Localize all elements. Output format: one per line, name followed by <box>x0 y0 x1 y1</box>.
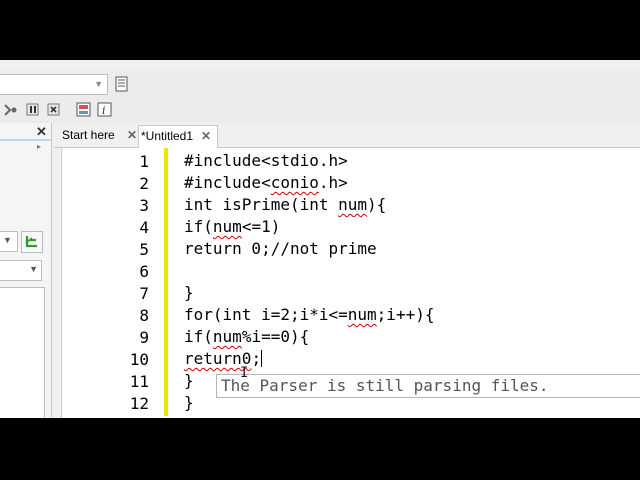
code-line: return0; <box>184 349 263 368</box>
line-number: 8 <box>139 306 149 325</box>
code-text: .h> <box>318 173 348 192</box>
code-text-flagged: num <box>338 195 368 214</box>
code-text: #include<stdio.h> <box>184 151 348 170</box>
code-text: for(int i=2;i*i<= <box>184 305 348 324</box>
tab-label: *Untitled1 <box>141 129 194 143</box>
text-cursor-icon: I <box>240 365 249 381</box>
tab-start-here[interactable]: Start here ✕ <box>62 125 137 146</box>
line-number: 9 <box>139 328 149 347</box>
line-number: 7 <box>139 284 149 303</box>
close-icon[interactable]: ✕ <box>127 125 137 146</box>
editor-tabstrip: Start here ✕ *Untitled1 ✕ <box>54 123 640 148</box>
code-editor[interactable]: 1 2 3 4 5 6 7 8 9 10 11 12 #include<stdi… <box>61 148 640 418</box>
line-number: 5 <box>139 240 149 259</box>
line-number: 10 <box>129 350 149 369</box>
tab-untitled1[interactable]: *Untitled1 ✕ <box>138 125 218 148</box>
svg-text:i: i <box>102 104 106 117</box>
code-line: int isPrime(int num){ <box>184 195 386 214</box>
line-number-gutter: 1 2 3 4 5 6 7 8 9 10 11 12 <box>62 148 162 418</box>
code-text: } <box>184 283 194 302</box>
debug-window-icon[interactable] <box>75 101 92 118</box>
code-text: ;i++){ <box>376 305 435 324</box>
line-number: 3 <box>139 196 149 215</box>
debug-step-icon[interactable] <box>2 101 19 118</box>
chevron-down-icon: ▼ <box>3 235 12 245</box>
code-text: return 0;//not prime <box>184 239 377 258</box>
info-icon[interactable]: i <box>96 101 113 118</box>
code-text: } <box>184 393 194 412</box>
parser-tooltip: The Parser is still parsing files. <box>216 374 640 398</box>
symbol-scope-combo[interactable]: ▼ <box>0 231 18 252</box>
line-number: 4 <box>139 218 149 237</box>
code-line: } <box>184 283 194 302</box>
code-line: if(num<=1) <box>184 217 280 236</box>
code-text: %i==0){ <box>241 327 310 346</box>
toolbar-top: ▼ <box>0 70 640 98</box>
text-caret <box>261 350 263 367</box>
code-line: } <box>184 393 194 412</box>
panel-scroll-right-icon[interactable]: ▸ <box>37 142 41 151</box>
panel-tab-indicator <box>0 139 51 141</box>
code-text: int <box>184 195 223 214</box>
workspace-combo[interactable]: ▼ <box>0 260 42 281</box>
tab-label: Start here <box>62 128 115 142</box>
code-line: } <box>184 371 194 390</box>
toolbar-debug: i <box>0 98 640 124</box>
symbols-tree[interactable] <box>0 287 45 418</box>
line-number: 11 <box>129 372 149 391</box>
code-text: #include< <box>184 173 271 192</box>
code-text: } <box>184 371 194 390</box>
code-line: #include<stdio.h> <box>184 151 348 170</box>
close-icon[interactable]: ✕ <box>201 126 211 147</box>
code-text: (int <box>289 195 339 214</box>
code-text: isPrime <box>222 195 290 214</box>
code-text-flagged: num <box>212 217 242 236</box>
code-line: if(num%i==0){ <box>184 327 309 346</box>
code-text-flagged: conio <box>270 173 319 192</box>
chevron-down-icon: ▼ <box>29 264 38 274</box>
document-list-icon[interactable] <box>114 76 130 92</box>
code-line: return 0;//not prime <box>184 239 377 258</box>
code-text-flagged: num <box>212 327 242 346</box>
pause-icon[interactable] <box>24 101 41 118</box>
stop-icon[interactable] <box>45 101 62 118</box>
build-target-combo[interactable]: ▼ <box>0 74 108 95</box>
code-text: if( <box>184 217 213 236</box>
line-number: 6 <box>139 262 149 281</box>
refresh-icon[interactable] <box>21 231 43 253</box>
line-number: 1 <box>139 152 149 171</box>
line-number: 12 <box>129 394 149 413</box>
code-text: <=1) <box>241 217 281 236</box>
code-text: if( <box>184 327 213 346</box>
code-text: ; <box>251 349 262 368</box>
line-number: 2 <box>139 174 149 193</box>
code-line: #include<conio.h> <box>184 173 348 192</box>
panel-close-icon[interactable]: ✕ <box>36 124 47 140</box>
ide-window: ▼ i ✕ ▸ ▼ ▼ Start here ✕ *Untitled1 ✕ 1 … <box>0 60 640 418</box>
code-line: for(int i=2;i*i<=num;i++){ <box>184 305 434 324</box>
change-marker-bar <box>164 148 168 416</box>
chevron-down-icon: ▼ <box>94 79 103 89</box>
management-panel: ✕ ▸ ▼ ▼ <box>0 123 52 418</box>
code-text-flagged: num <box>347 305 377 324</box>
code-text: ){ <box>367 195 387 214</box>
